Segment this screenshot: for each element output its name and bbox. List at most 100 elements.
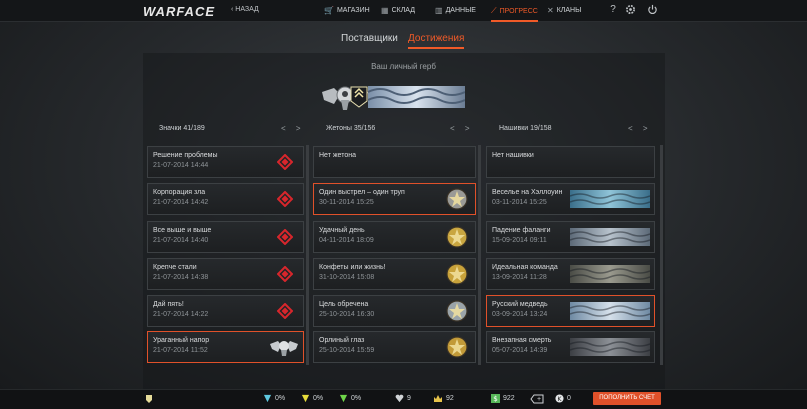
dollar-icon: $ [491, 394, 500, 403]
stripe-card[interactable]: Нет нашивки [486, 146, 655, 178]
nav-warehouse[interactable]: ▦ СКЛАД [381, 6, 415, 15]
badge-card[interactable]: Крепче стали 21-07-2014 14:38 [147, 258, 304, 290]
card-date: 25-10-2014 15:59 [319, 347, 375, 354]
nav-shop-label: МАГАЗИН [336, 7, 370, 14]
stripe-card[interactable]: Веселье на Хэллоуин 03-11-2014 15:25 [486, 183, 655, 215]
token-card[interactable]: Конфеты или жизнь! 31-10-2014 15:08 [313, 258, 476, 290]
stat-5: 92 [433, 394, 454, 403]
nav-data[interactable]: ▥ ДАННЫЕ [435, 6, 476, 15]
token-card[interactable]: Цель обречена 25-10-2014 16:30 [313, 295, 476, 327]
card-date: 21-07-2014 14:42 [153, 199, 209, 206]
stripe-card[interactable]: Падение фаланги 15-09-2014 09:11 [486, 221, 655, 253]
stripe-card[interactable]: Внезапная смерть 05-07-2014 14:39 [486, 331, 655, 363]
nav-progress[interactable]: ⟋ ПРОГРЕСС [491, 6, 538, 22]
tokens-scrollbar[interactable] [478, 145, 481, 365]
card-art [276, 265, 294, 284]
back-button[interactable]: ‹ НАЗАД [231, 6, 259, 13]
stat-2-value: 0% [313, 395, 324, 402]
progress-icon: ⟋ [491, 6, 497, 15]
card-art [276, 190, 294, 209]
badge-card[interactable]: Решение проблемы 21-07-2014 14:44 [147, 146, 304, 178]
wings-medal-icon [446, 336, 468, 358]
card-art [444, 224, 470, 252]
settings-button[interactable] [624, 4, 636, 16]
skull-token-icon [446, 188, 468, 210]
clans-icon: ✕ [547, 6, 554, 15]
card-date: 21-07-2014 14:40 [153, 237, 209, 244]
stat-5-value: 92 [446, 395, 454, 402]
card-date: 25-10-2014 16:30 [319, 311, 375, 318]
tokens-column-title: Жетоны 35/156 [326, 125, 376, 132]
token-card[interactable]: Удачный день 04-11-2014 18:09 [313, 221, 476, 253]
stripes-scrollbar[interactable] [660, 145, 663, 365]
red-badge-icon [276, 190, 294, 208]
nav-data-label: ДАННЫЕ [445, 7, 476, 14]
card-art [276, 302, 294, 321]
card-art [569, 265, 651, 285]
badges-pager[interactable]: < > [281, 124, 305, 133]
tab-suppliers-label: Поставщики [341, 33, 398, 44]
badge-card[interactable]: Корпорация зла 21-07-2014 14:42 [147, 183, 304, 215]
card-date: 21-07-2014 14:22 [153, 311, 209, 318]
card-title: Конфеты или жизнь! [319, 264, 386, 271]
gear-icon [625, 5, 635, 14]
stripe-patch [569, 228, 651, 246]
nav-shop[interactable]: 🛒 МАГАЗИН [324, 6, 370, 15]
card-art [269, 337, 299, 359]
add-funds-icon-button[interactable]: + [530, 394, 544, 404]
top-up-button[interactable]: ПОПОЛНИТЬ СЧЕТ [593, 392, 661, 405]
card-art [444, 186, 470, 214]
tokens-pager[interactable]: < > [450, 124, 474, 133]
badge-card[interactable]: Ураганный напор 21-07-2014 11:52 [147, 331, 304, 363]
badges-scrollbar[interactable] [306, 145, 309, 365]
help-icon: ? [610, 4, 616, 15]
plus-label: + [537, 395, 542, 403]
red-badge-icon [276, 302, 294, 320]
stripe-card[interactable]: Идеальная команда 13-09-2014 11:28 [486, 258, 655, 290]
stripes-column-title: Нашивки 19/158 [499, 125, 552, 132]
stripes-pager[interactable]: < > [628, 124, 652, 133]
power-button[interactable] [646, 4, 658, 16]
card-title: Орлиный глаз [319, 337, 365, 344]
stat-3-value: 0% [351, 395, 362, 402]
card-date: 15-09-2014 09:11 [492, 237, 547, 244]
red-badge-icon [276, 153, 294, 171]
money: $922 [491, 394, 515, 403]
logo: WARFACE [143, 4, 215, 19]
help-button[interactable]: ? [607, 4, 619, 16]
card-title: Ураганный напор [153, 337, 210, 344]
token-card[interactable]: Нет жетона [313, 146, 476, 178]
card-date: 03-09-2014 13:24 [492, 311, 548, 318]
cart-icon: 🛒 [324, 6, 334, 15]
card-date: 21-07-2014 11:52 [153, 347, 208, 354]
svg-text:$: $ [493, 394, 498, 403]
stripe-patch [569, 190, 651, 208]
card-date: 04-11-2014 18:09 [319, 237, 374, 244]
badge-card[interactable]: Все выше и выше 21-07-2014 14:40 [147, 221, 304, 253]
card-title: Крепче стали [153, 264, 197, 271]
sun-medal-icon [446, 263, 468, 285]
tab-achievements[interactable]: Достижения [408, 33, 465, 49]
warehouse-icon: ▦ [381, 6, 389, 15]
nav-clans[interactable]: ✕ КЛАНЫ [547, 6, 581, 15]
card-title: Корпорация зла [153, 189, 206, 196]
star-medal-icon [446, 226, 468, 248]
card-title: Веселье на Хэллоуин [492, 189, 563, 196]
crosshair-medal-icon [446, 300, 468, 322]
stripe-card[interactable]: Русский медведь 03-09-2014 13:24 [486, 295, 655, 327]
token-card[interactable]: Орлиный глаз 25-10-2014 15:59 [313, 331, 476, 363]
card-art [569, 302, 651, 322]
badge-card[interactable]: Дай пять! 21-07-2014 14:22 [147, 295, 304, 327]
card-title: Нет жетона [319, 152, 356, 159]
card-date: 03-11-2014 15:25 [492, 199, 547, 206]
token-card[interactable]: Один выстрел – один труп 30-11-2014 15:25 [313, 183, 476, 215]
card-art [444, 298, 470, 326]
red-badge-icon [276, 228, 294, 246]
tab-achievements-label: Достижения [408, 33, 465, 44]
card-art [569, 190, 651, 210]
card-title: Падение фаланги [492, 227, 551, 234]
card-title: Нет нашивки [492, 152, 534, 159]
stat-1-value: 0% [275, 395, 286, 402]
card-art [569, 228, 651, 248]
tab-suppliers[interactable]: Поставщики [341, 33, 398, 44]
